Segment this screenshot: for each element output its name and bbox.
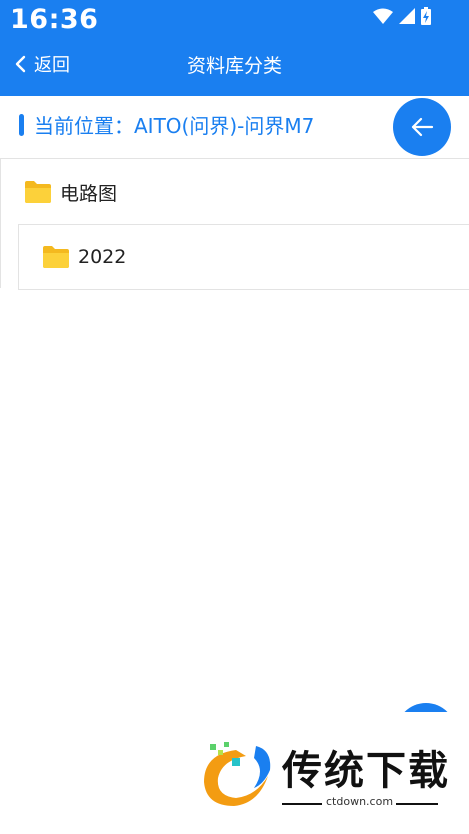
status-icons <box>373 7 431 25</box>
folder-icon <box>43 246 69 268</box>
watermark-line-right <box>396 803 438 805</box>
tree-left-border <box>0 158 1 288</box>
watermark-title: 传统下载 <box>282 748 450 794</box>
page-title: 资料库分类 <box>186 55 282 77</box>
watermark-logo <box>204 742 271 806</box>
watermark-line-left <box>282 803 322 805</box>
status-time: 16:36 <box>10 4 99 35</box>
folder-label: 电路图 <box>60 182 118 205</box>
watermark-banner: 传统下载 ctdown.com <box>0 712 469 834</box>
signal-icon <box>399 8 415 24</box>
location-marker <box>19 114 24 136</box>
wifi-icon <box>373 8 393 24</box>
watermark-subtitle: ctdown.com <box>326 795 394 808</box>
folder-item-2022[interactable]: 2022 <box>42 243 126 271</box>
location-text: 当前位置：AITO(问界)-问界M7 <box>34 114 315 138</box>
folder-icon <box>25 181 51 203</box>
arrow-left-icon <box>411 117 434 137</box>
folder-item-circuit-diagram[interactable]: 电路图 <box>24 178 117 206</box>
app-header: 16:36 返回 资料库分类 <box>0 0 469 96</box>
back-fab-button[interactable] <box>393 98 451 156</box>
folder-label: 2022 <box>78 246 127 268</box>
battery-icon <box>421 7 431 25</box>
